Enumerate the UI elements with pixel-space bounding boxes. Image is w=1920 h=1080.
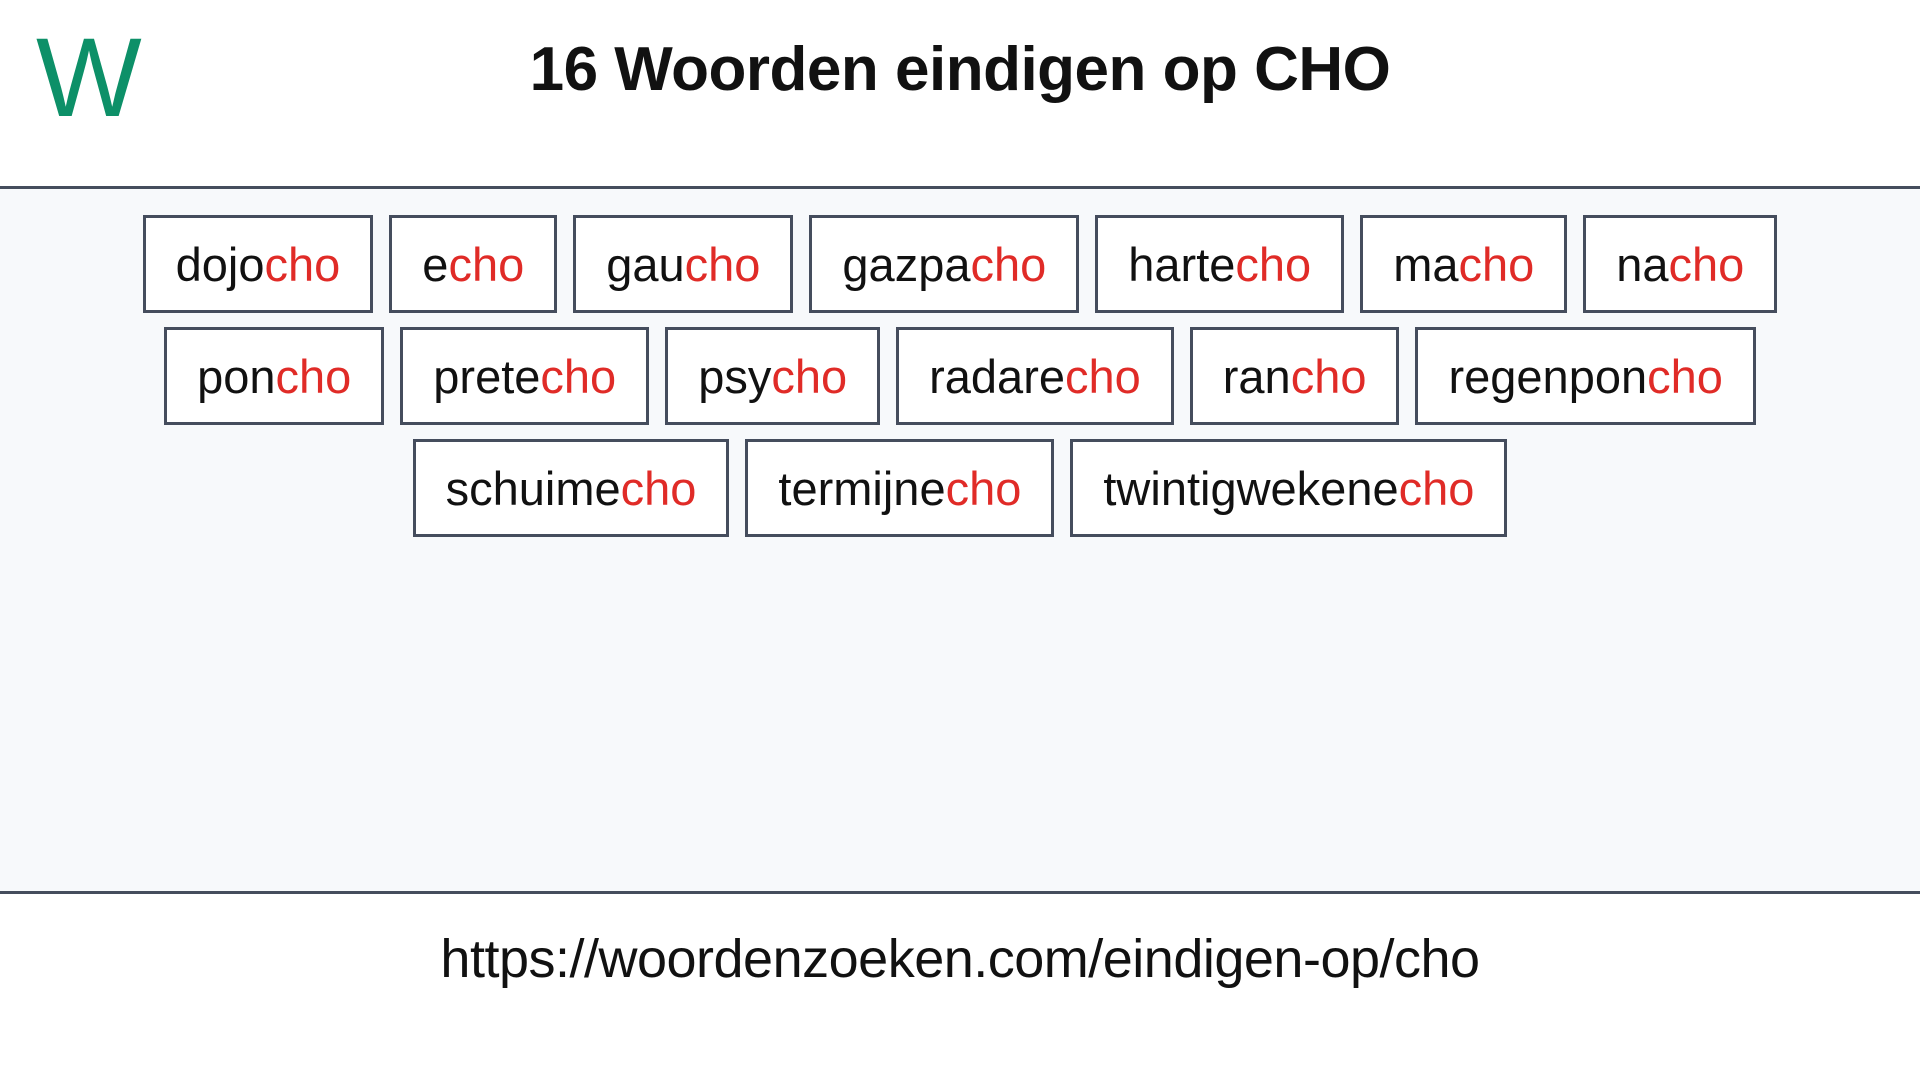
word-suffix: cho [540, 349, 617, 403]
word-box[interactable]: gazpacho [809, 215, 1080, 313]
word-box[interactable]: hartecho [1095, 215, 1345, 313]
word-row-3: schuimecho termijnecho twintigwekenecho [0, 439, 1920, 537]
page-header: W 16 Woorden eindigen op CHO [0, 0, 1920, 186]
word-box[interactable]: psycho [665, 327, 881, 425]
word-prefix: psy [698, 349, 772, 403]
word-prefix: termijne [778, 461, 946, 515]
word-box[interactable]: schuimecho [412, 439, 730, 537]
word-box[interactable]: termijnecho [745, 439, 1055, 537]
footer-url[interactable]: https://woordenzoeken.com/eindigen-op/ch… [440, 928, 1480, 990]
word-text: poncho [197, 353, 351, 400]
page-title: 16 Woorden eindigen op CHO [529, 35, 1391, 104]
word-text: gaucho [606, 241, 760, 288]
page-footer: https://woordenzoeken.com/eindigen-op/ch… [0, 894, 1920, 1080]
word-suffix: cho [1668, 237, 1745, 291]
word-prefix: na [1616, 237, 1669, 291]
word-text: echo [422, 241, 524, 288]
word-box[interactable]: echo [389, 215, 558, 313]
word-suffix: cho [1235, 237, 1312, 291]
word-box[interactable]: rancho [1189, 327, 1400, 425]
word-prefix: gau [606, 237, 685, 291]
word-suffix: cho [1064, 349, 1141, 403]
word-prefix: ma [1393, 237, 1459, 291]
word-suffix: cho [1290, 349, 1367, 403]
page-root: W 16 Woorden eindigen op CHO dojocho echo… [0, 0, 1920, 1080]
word-prefix: e [422, 237, 449, 291]
word-prefix: ran [1222, 349, 1291, 403]
word-box[interactable]: radarecho [896, 327, 1174, 425]
word-prefix: twintigwekene [1103, 461, 1399, 515]
word-suffix: cho [970, 237, 1047, 291]
word-suffix: cho [264, 237, 341, 291]
word-suffix: cho [684, 237, 761, 291]
word-prefix: schuime [445, 461, 621, 515]
word-box[interactable]: twintigwekenecho [1070, 439, 1508, 537]
word-prefix: harte [1128, 237, 1236, 291]
word-box[interactable]: pretecho [400, 327, 650, 425]
word-text: nacho [1616, 241, 1744, 288]
word-prefix: regenpon [1448, 349, 1648, 403]
word-text: termijnecho [778, 465, 1021, 512]
word-text: pretecho [433, 353, 616, 400]
word-box[interactable]: gaucho [573, 215, 794, 313]
word-suffix: cho [1398, 461, 1475, 515]
word-prefix: gazpa [842, 237, 971, 291]
word-suffix: cho [1647, 349, 1723, 403]
word-box[interactable]: macho [1360, 215, 1568, 313]
word-prefix: radare [929, 349, 1065, 403]
word-text: radarecho [929, 353, 1141, 400]
word-text: rancho [1223, 353, 1367, 400]
word-text: dojocho [176, 241, 341, 288]
word-box[interactable]: poncho [164, 327, 385, 425]
word-text: gazpacho [842, 241, 1046, 288]
word-suffix: cho [945, 461, 1022, 515]
word-suffix: cho [1458, 237, 1535, 291]
word-suffix: cho [771, 349, 848, 403]
word-text: twintigwekenecho [1103, 465, 1474, 512]
word-prefix: prete [433, 349, 541, 403]
word-list-area: dojocho echo gaucho gazpacho hartecho macho na… [0, 186, 1920, 894]
word-text: psycho [698, 353, 847, 400]
word-suffix: cho [620, 461, 697, 515]
word-box[interactable]: nacho [1583, 215, 1778, 313]
word-suffix: cho [448, 237, 525, 291]
word-row-2: poncho pretecho psycho radarecho rancho regen… [0, 327, 1920, 425]
word-suffix: cho [275, 349, 352, 403]
word-prefix: pon [197, 349, 276, 403]
word-text: regenponcho [1448, 353, 1722, 400]
word-text: macho [1393, 241, 1534, 288]
word-box[interactable]: regenponcho [1415, 327, 1756, 425]
word-row-1: dojocho echo gaucho gazpacho hartecho macho na… [0, 215, 1920, 313]
word-text: schuimecho [446, 465, 697, 512]
word-text: hartecho [1128, 241, 1311, 288]
word-box[interactable]: dojocho [142, 215, 374, 313]
word-prefix: dojo [175, 237, 265, 291]
